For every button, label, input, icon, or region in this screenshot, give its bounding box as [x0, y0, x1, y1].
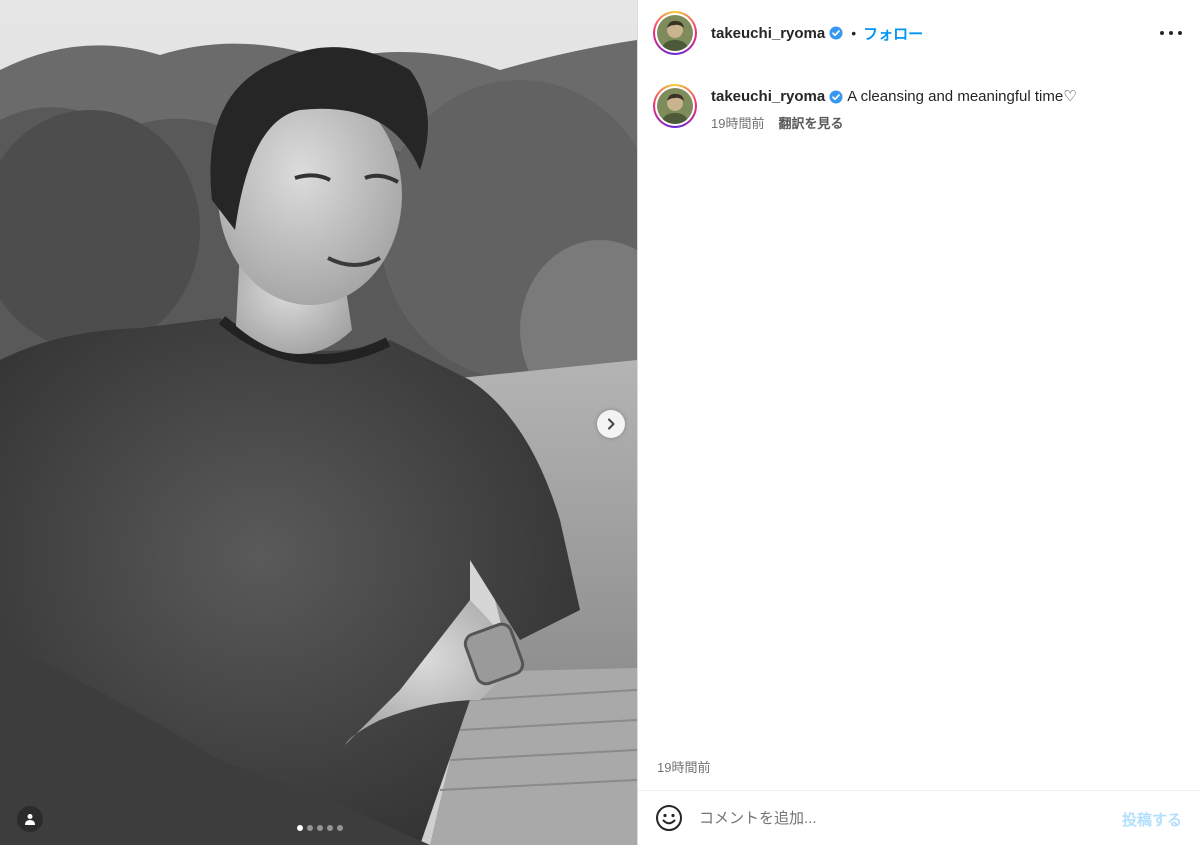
carousel-dot: [316, 825, 323, 831]
carousel-next-button[interactable]: [597, 410, 625, 438]
post-comment-button[interactable]: 投稿する: [1122, 809, 1182, 830]
avatar-image: [657, 88, 693, 124]
header-separator: •: [851, 25, 857, 41]
caption-time[interactable]: 19時間前: [711, 113, 764, 132]
post-timestamp[interactable]: 19時間前: [657, 757, 710, 776]
carousel-dot-active: [296, 825, 303, 831]
avatar-image: [657, 15, 693, 51]
post-caption: takeuchi_ryoma A cleansing and meaningfu…: [653, 84, 1183, 132]
emoji-icon[interactable]: [655, 804, 683, 832]
verified-badge-icon: [829, 90, 843, 104]
follow-button[interactable]: フォロー: [863, 23, 923, 44]
carousel-dot: [326, 825, 333, 831]
carousel-dot: [306, 825, 313, 831]
post-header: takeuchi_ryoma • フォロー: [638, 0, 1200, 66]
comment-bar: 投稿する: [638, 790, 1200, 845]
post-side-panel: takeuchi_ryoma • フォロー takeuchi_ryoma A c…: [637, 0, 1200, 845]
avatar[interactable]: [653, 11, 697, 55]
post-media: [0, 0, 637, 845]
caption-text: A cleansing and meaningful time♡: [847, 88, 1077, 105]
comment-input[interactable]: [699, 809, 1089, 827]
carousel-dot: [336, 825, 343, 831]
user-tag-icon: [25, 814, 35, 825]
caption-avatar[interactable]: [653, 84, 697, 128]
caption-username[interactable]: takeuchi_ryoma: [711, 87, 825, 107]
chevron-right-icon: [608, 418, 615, 430]
more-options-icon[interactable]: [1160, 24, 1182, 42]
translate-button[interactable]: 翻訳を見る: [778, 113, 843, 132]
verified-badge-icon: [829, 26, 843, 40]
carousel-indicator: [0, 825, 637, 831]
post-photo: [0, 0, 637, 845]
header-username[interactable]: takeuchi_ryoma: [711, 25, 825, 42]
post-dialog: takeuchi_ryoma • フォロー takeuchi_ryoma A c…: [0, 0, 1200, 845]
